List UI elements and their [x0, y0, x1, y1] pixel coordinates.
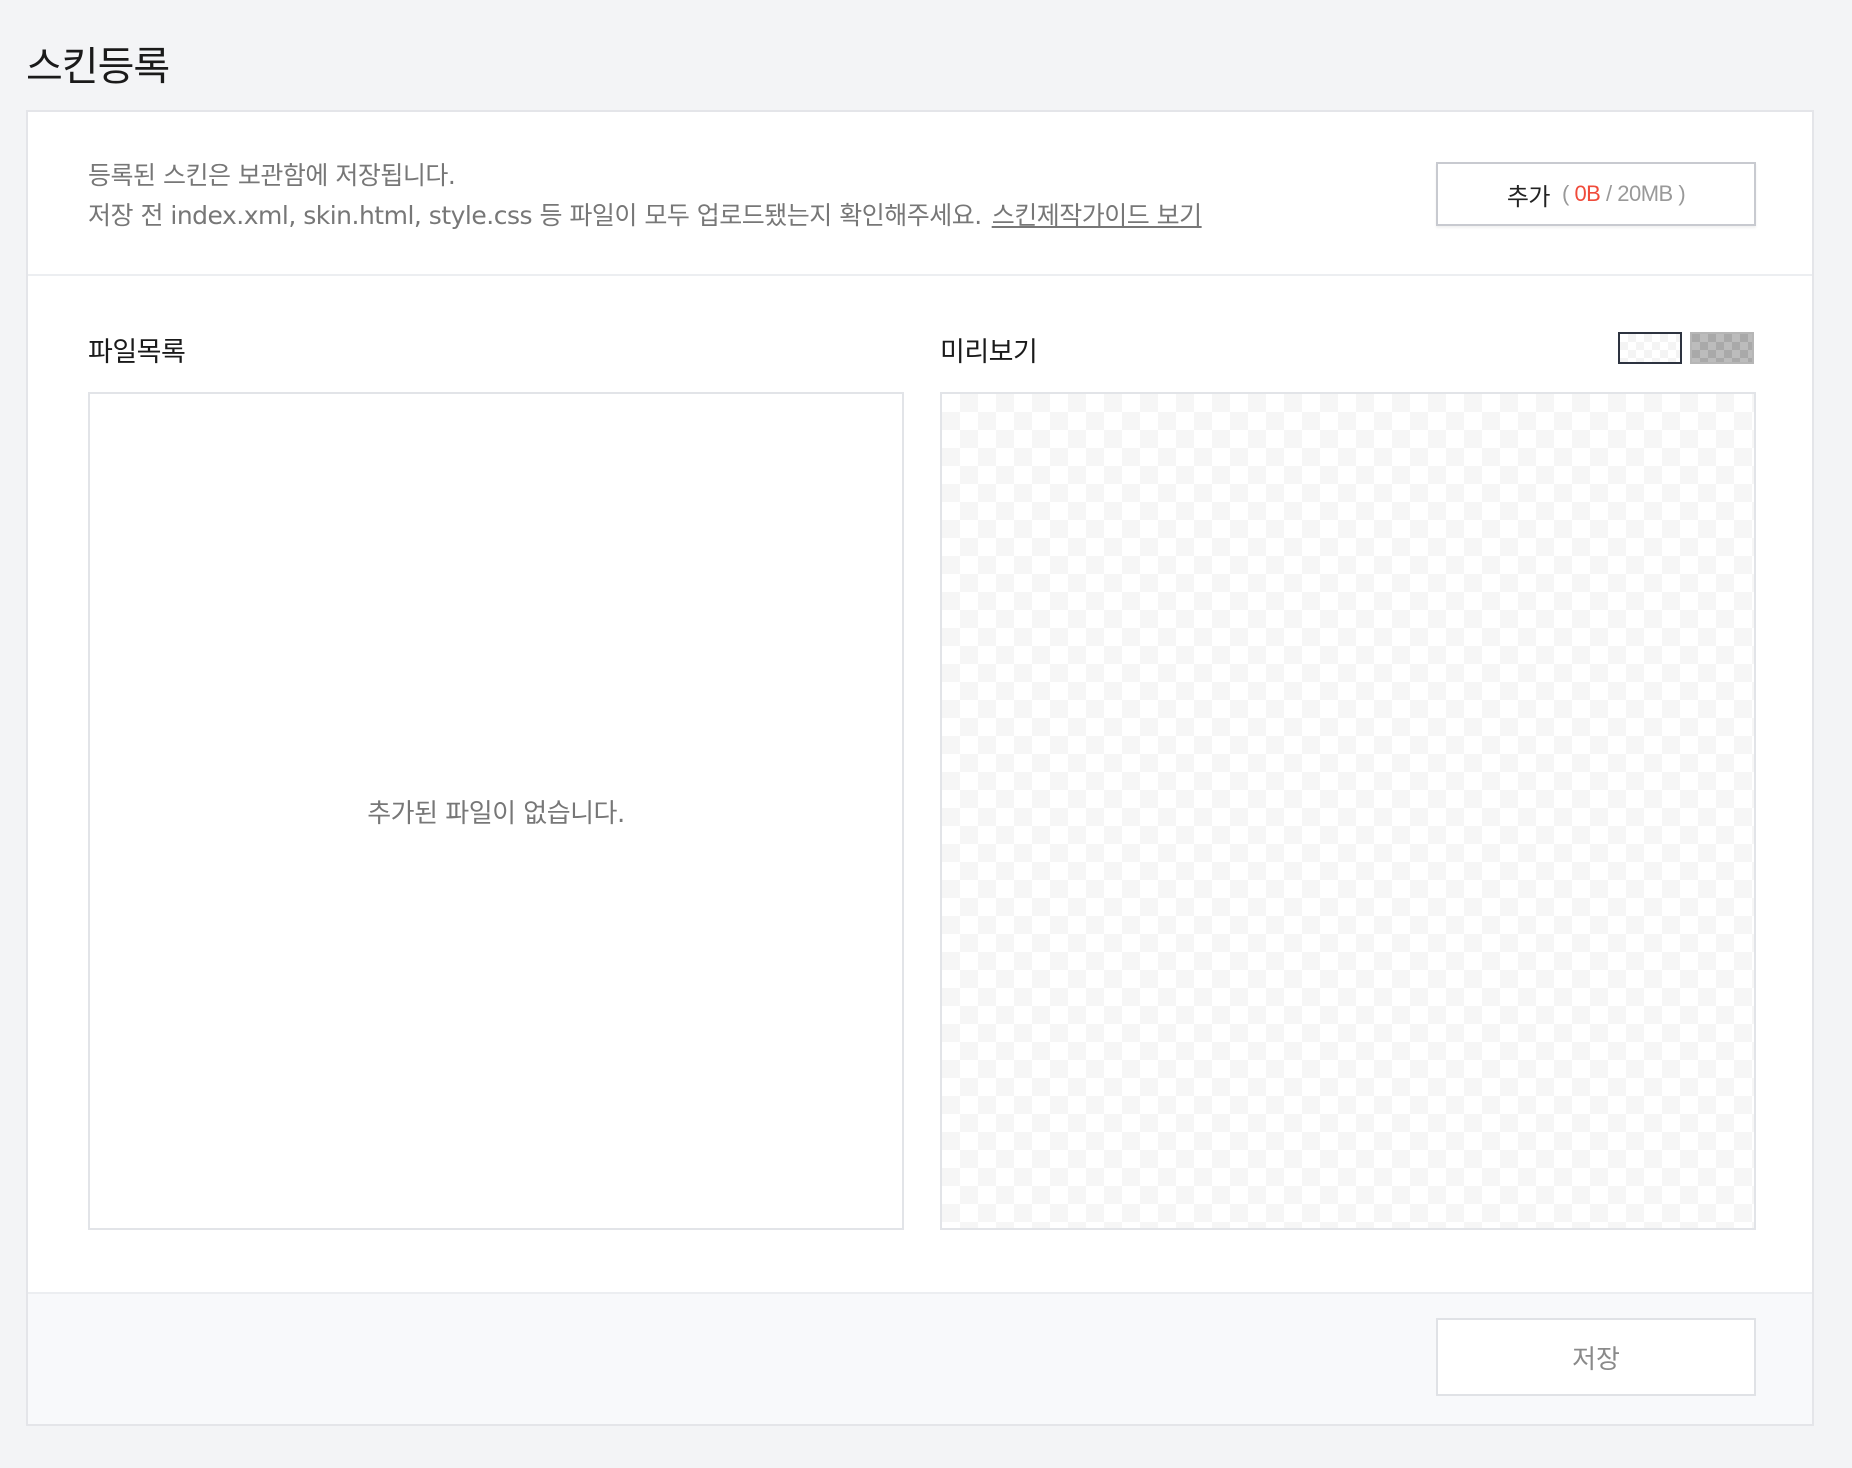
- empty-file-message: 추가된 파일이 없습니다.: [367, 798, 625, 829]
- footer-bar: 저장: [28, 1292, 1812, 1424]
- add-file-button[interactable]: 추가 ( 0B / 20MB ): [1436, 162, 1756, 226]
- notice-line-2: 저장 전 index.xml, skin.html, style.css 등 파…: [88, 196, 1202, 236]
- file-list-panel[interactable]: 추가된 파일이 없습니다.: [88, 392, 904, 1230]
- preview-title: 미리보기: [940, 337, 1038, 368]
- notice-text: 등록된 스킨은 보관함에 저장됩니다. 저장 전 index.xml, skin…: [88, 156, 1202, 236]
- file-list-title: 파일목록: [88, 337, 186, 368]
- add-button-label: 추가: [1506, 183, 1551, 211]
- page-title: 스킨등록: [26, 44, 170, 90]
- capacity-indicator: ( 0B / 20MB ): [1561, 181, 1686, 207]
- notice-section: 등록된 스킨은 보관함에 저장됩니다. 저장 전 index.xml, skin…: [28, 112, 1812, 276]
- capacity-limit: 20MB: [1617, 181, 1673, 206]
- capacity-open-paren: (: [1561, 181, 1569, 206]
- save-button[interactable]: 저장: [1436, 1318, 1756, 1396]
- capacity-close-paren: ): [1678, 181, 1686, 206]
- skin-guide-link[interactable]: 스킨제작가이드 보기: [992, 201, 1202, 230]
- dark-background-toggle[interactable]: [1690, 332, 1754, 364]
- notice-line-1: 등록된 스킨은 보관함에 저장됩니다.: [88, 161, 456, 190]
- notice-line-2-text: 저장 전 index.xml, skin.html, style.css 등 파…: [88, 201, 982, 230]
- preview-panel: [940, 392, 1756, 1230]
- light-background-toggle[interactable]: [1618, 332, 1682, 364]
- capacity-used: 0B: [1574, 181, 1601, 206]
- skin-register-card: 등록된 스킨은 보관함에 저장됩니다. 저장 전 index.xml, skin…: [26, 110, 1814, 1426]
- capacity-separator: /: [1605, 181, 1612, 206]
